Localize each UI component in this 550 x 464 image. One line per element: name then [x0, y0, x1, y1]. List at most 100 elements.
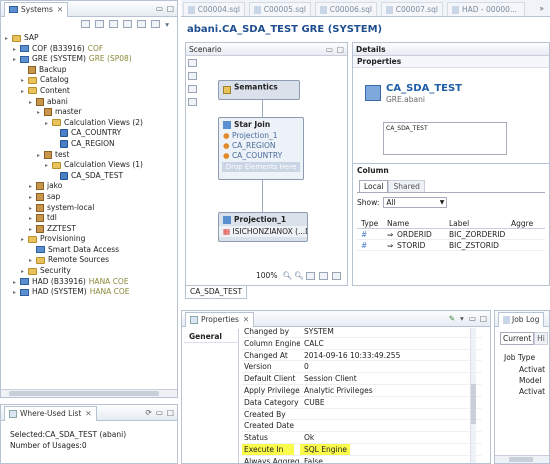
tree-item[interactable]: CA_REGION [5, 139, 177, 150]
tree-item[interactable]: ▸ jako [5, 181, 177, 192]
tree-item[interactable]: ▸ Content [5, 86, 177, 97]
tree-item[interactable]: ▸ tdl [5, 213, 177, 224]
minimize-icon[interactable]: ▭ [469, 314, 476, 323]
tree-item[interactable]: CA_COUNTRY [5, 128, 177, 139]
view-name-field[interactable]: CA_SDA_TEST [383, 122, 507, 155]
job-row[interactable]: Activat [519, 365, 549, 374]
scroll-thumb[interactable] [9, 391, 159, 396]
tree-item[interactable]: ▸ test [5, 150, 177, 161]
tree-item[interactable]: Backup [5, 65, 177, 76]
systems-tab[interactable]: Systems ✕ [4, 1, 69, 17]
link-icon[interactable] [137, 20, 147, 28]
editor-tab-1[interactable]: C00004.sql [183, 2, 245, 16]
expand-toggle-icon[interactable]: ▸ [13, 288, 20, 299]
property-row[interactable]: Changed At 2014-09-16 10:33:49.255 [242, 350, 482, 362]
minimize-icon[interactable]: ▭ [326, 43, 333, 55]
minimize-icon[interactable]: ▭ [156, 4, 163, 13]
refresh-icon[interactable]: ⟳ [146, 408, 152, 417]
editor-bottom-tab[interactable]: CA_SDA_TEST [185, 286, 248, 299]
tree-item[interactable]: ▸ GRE (SYSTEM) GRE (SP08) [5, 54, 177, 65]
vertical-scrollbar[interactable] [470, 328, 476, 463]
zoom-out-icon[interactable]: 🔍︎ [294, 271, 304, 280]
tree-item[interactable]: ▸ Catalog [5, 75, 177, 86]
star-join-item[interactable]: ● Projection_1 [219, 131, 303, 141]
close-icon[interactable]: ✕ [57, 5, 63, 14]
collapse-all-icon[interactable] [109, 20, 119, 28]
close-icon[interactable]: ✕ [85, 409, 91, 418]
horizontal-scrollbar[interactable] [1, 389, 177, 397]
tree-item[interactable]: ▸ HAD (SYSTEM) HANA COE [5, 287, 177, 298]
drop-zone[interactable]: Drop Elements Here [222, 162, 300, 172]
editor-tab-4[interactable]: C00007.sql [381, 2, 443, 16]
pin-icon[interactable]: ✎ [449, 314, 455, 323]
tree-item[interactable]: ▸ HAD (B33916) HANA COE [5, 277, 177, 288]
projection-tool-icon[interactable] [188, 85, 197, 93]
properties-section-tab[interactable]: General [184, 329, 239, 463]
refresh-icon[interactable] [123, 20, 133, 28]
editor-tab-5[interactable]: HAD - 00000... [447, 2, 525, 16]
filter-icon[interactable] [95, 20, 105, 28]
close-icon[interactable]: ✕ [243, 315, 249, 324]
view-menu-icon[interactable]: ▾ [460, 314, 464, 323]
tab-shared[interactable]: Shared [388, 180, 425, 192]
tree-item[interactable]: ▸ SAP [5, 33, 177, 44]
job-row[interactable]: Activat [519, 387, 549, 396]
property-row[interactable]: Created By [242, 409, 482, 421]
tree-item[interactable]: CA_SDA_TEST [5, 171, 177, 182]
star-join-item[interactable]: ● CA_REGION [219, 141, 303, 151]
view-menu-icon[interactable]: ▾ [165, 20, 169, 29]
tree-item[interactable]: ▸ master [5, 107, 177, 118]
property-row[interactable]: Created Date [242, 420, 482, 433]
tree-item[interactable]: ▸ sap [5, 192, 177, 203]
settings-icon[interactable] [151, 20, 161, 28]
job-row[interactable]: Model [519, 376, 549, 385]
star-join-node[interactable]: Star Join ● Projection_1 ● CA_REGION ● C… [218, 117, 304, 180]
fit-icon[interactable] [305, 271, 315, 280]
property-row[interactable]: Always Aggregate Re False [242, 456, 482, 463]
tree-item[interactable]: Smart Data Access [5, 245, 177, 256]
property-row[interactable]: Version 0 [242, 361, 482, 374]
layout-icon[interactable] [318, 271, 328, 280]
tree-item[interactable]: ▸ Provisioning [5, 234, 177, 245]
editor-tab-2[interactable]: C00005.sql [249, 2, 311, 16]
aggregation-tool-icon[interactable] [188, 98, 197, 106]
table-row[interactable]: # ⇒ ORDERID BIC_ZORDERID [357, 229, 545, 240]
maximize-icon[interactable]: □ [480, 314, 487, 323]
table-row[interactable]: # ⇒ STORID BIC_ZSTORID [357, 240, 545, 251]
minimize-icon[interactable]: ▭ [156, 408, 163, 417]
job-log-tab[interactable]: Job Log [498, 311, 545, 327]
tree-item[interactable]: ▸ ZZTEST [5, 224, 177, 235]
properties-tab[interactable]: Properties ✕ [185, 311, 255, 327]
tree-item[interactable]: ▸ abani [5, 97, 177, 108]
property-row[interactable]: Default Client Session Client [242, 373, 482, 385]
property-row[interactable]: Data Category CUBE [242, 397, 482, 409]
property-row[interactable]: Apply Privileges Analytic Privileges [242, 385, 482, 397]
maximize-icon[interactable]: □ [167, 408, 174, 417]
tree-item[interactable]: ▸ Security [5, 266, 177, 277]
property-row[interactable]: Column Engine CALC [242, 338, 482, 350]
tree-item[interactable]: ▸ Remote Sources [5, 255, 177, 266]
horizontal-scrollbar[interactable] [495, 455, 549, 463]
join-tool-icon[interactable] [188, 72, 197, 80]
editor-tab-3[interactable]: C00006.sql [315, 2, 377, 16]
projection-node[interactable]: Projection_1 ▦ ISICHONZIANOX (...DI [218, 212, 308, 242]
zoom-in-icon[interactable]: 🔍︎ [282, 271, 292, 280]
property-row[interactable]: Status Ok [242, 432, 482, 444]
tab-history[interactable]: Hi [534, 332, 548, 345]
maximize-icon[interactable]: □ [337, 43, 344, 55]
star-join-item[interactable]: ● CA_COUNTRY [219, 151, 303, 161]
tab-current[interactable]: Current [500, 332, 535, 345]
export-icon[interactable] [331, 271, 341, 280]
union-tool-icon[interactable] [188, 59, 197, 67]
property-row[interactable]: Execute In SQL Engine [242, 443, 482, 456]
projection-item[interactable]: ▦ ISICHONZIANOX (...DI [219, 226, 307, 237]
semantics-node[interactable]: Semantics [218, 80, 300, 100]
scroll-thumb[interactable] [471, 384, 476, 424]
scroll-thumb[interactable] [509, 457, 533, 462]
maximize-icon[interactable]: □ [167, 4, 174, 13]
add-system-icon[interactable] [81, 20, 91, 28]
tree-item[interactable]: ▸ COF (B33916) COF [5, 44, 177, 55]
show-dropdown[interactable]: All ▼ [383, 197, 448, 208]
where-used-tab[interactable]: Where-Used List ✕ [4, 405, 97, 421]
more-tabs-icon[interactable]: » [539, 4, 544, 13]
